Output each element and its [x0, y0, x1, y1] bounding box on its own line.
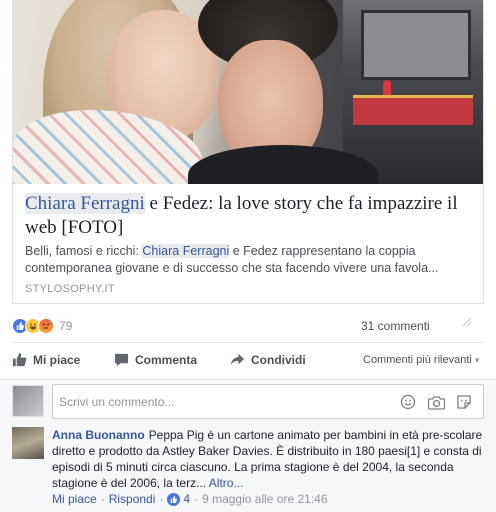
- comment-author[interactable]: Anna Buonanno: [52, 428, 145, 442]
- emoji-icon[interactable]: [399, 393, 417, 411]
- title-highlight[interactable]: Chiara Ferragni: [25, 193, 145, 214]
- caret-down-icon: ▾: [474, 355, 480, 365]
- resize-handle-icon: [460, 315, 472, 330]
- angry-icon: [38, 318, 54, 334]
- reactions-summary[interactable]: 79: [12, 316, 72, 336]
- share-arrow-icon: [230, 353, 245, 366]
- reactions-count[interactable]: 79: [59, 319, 72, 333]
- like-button[interactable]: Mi piace: [12, 352, 80, 367]
- comment-timestamp[interactable]: 9 maggio alle ore 21:46: [202, 492, 327, 506]
- comment-text: Anna Buonanno Peppa Pig è un cartone anim…: [52, 428, 483, 490]
- comment-composer[interactable]: [52, 384, 484, 419]
- article-description: Belli, famosi e ricchi: Chiara Ferragni …: [25, 244, 439, 275]
- commenter-avatar[interactable]: [12, 427, 44, 459]
- comment-input[interactable]: [59, 393, 389, 411]
- comment-sort-dropdown[interactable]: Commenti più rilevanti ▾: [363, 354, 479, 366]
- avatar[interactable]: [12, 385, 44, 417]
- camera-icon[interactable]: [427, 393, 445, 411]
- comment-meta: Mi piace · Rispondi · 4 · 9 maggio alle …: [52, 492, 328, 506]
- article-source: STYLOSOPHY.IT: [25, 283, 115, 295]
- comment-like-count[interactable]: 4: [183, 492, 190, 506]
- speech-bubble-icon: [114, 353, 129, 367]
- comments-section: Anna BuonannoPeppa Pig è un cartone anim…: [0, 380, 496, 512]
- comments-count[interactable]: 31 commenti: [361, 319, 430, 333]
- comment-button[interactable]: Commenta: [114, 352, 197, 367]
- article-title[interactable]: Chiara Ferragni e Fedez: la love story c…: [25, 192, 477, 240]
- like-icon: [167, 492, 181, 506]
- article-photo[interactable]: [13, 0, 483, 184]
- sticker-icon[interactable]: [455, 393, 473, 411]
- comment-like-link[interactable]: Mi piace: [52, 492, 97, 506]
- thumbs-up-icon: [12, 352, 27, 367]
- arcade-machine-graphic: [343, 0, 483, 184]
- see-more-link[interactable]: Altro...: [209, 476, 244, 490]
- share-button[interactable]: Condividi: [230, 352, 306, 367]
- comment-reply-link[interactable]: Rispondi: [109, 492, 156, 506]
- link-preview-card[interactable]: Chiara Ferragni e Fedez: la love story c…: [12, 0, 484, 304]
- post-actions: Mi piace Commenta Condividi Commenti più…: [12, 349, 484, 373]
- desc-highlight[interactable]: Chiara Ferragni: [142, 244, 230, 258]
- divider: [12, 342, 484, 343]
